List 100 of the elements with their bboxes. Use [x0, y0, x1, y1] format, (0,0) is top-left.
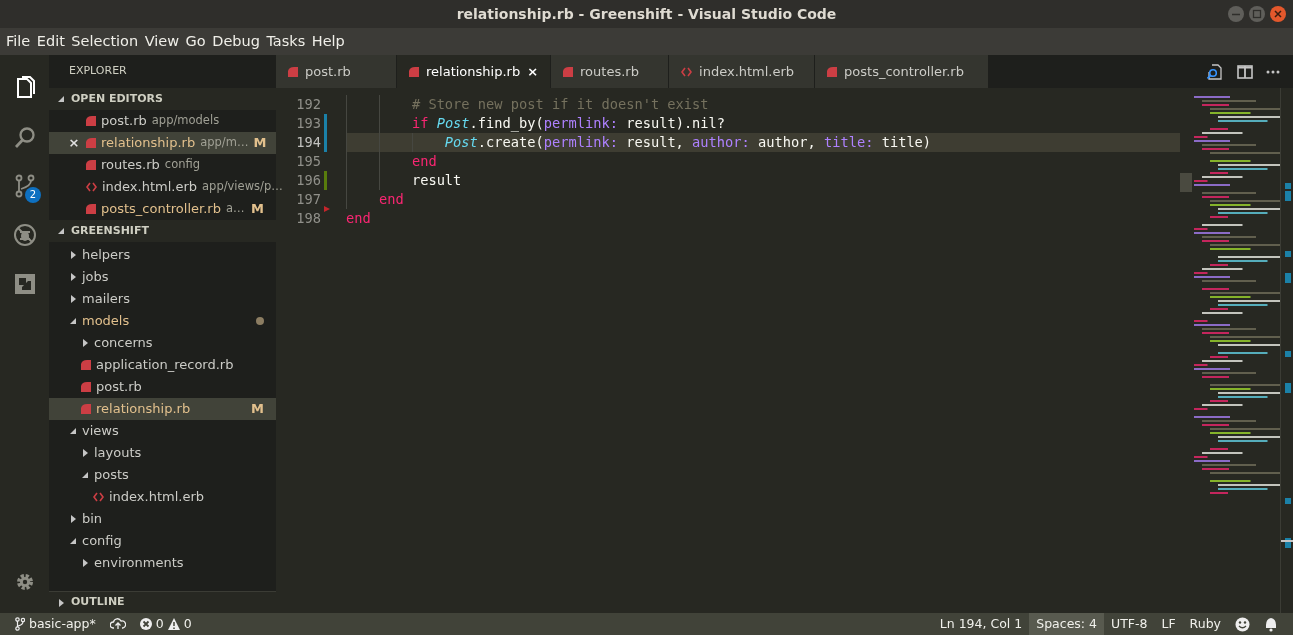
menu-item[interactable]: Help	[311, 30, 345, 53]
tree-item[interactable]: layouts	[49, 442, 276, 464]
tree-item[interactable]: concerns	[49, 332, 276, 354]
file-name: routes.rb	[101, 156, 160, 175]
ruby-file-icon	[288, 66, 298, 77]
tree-label: posts	[94, 466, 130, 485]
modified-status: M	[251, 200, 264, 219]
file-path: app/m…	[200, 134, 249, 152]
tree-item[interactable]: relationship.rb M	[49, 398, 276, 420]
line-number: 194	[295, 133, 321, 153]
editor-tab[interactable]: posts_controller.rb	[815, 55, 990, 88]
editor-tab[interactable]: post.rb	[276, 55, 397, 88]
cursor-position[interactable]: Ln 194, Col 1	[932, 613, 1030, 635]
open-editor-item[interactable]: × relationship.rb app/m… M	[49, 132, 276, 154]
error-count: 0	[155, 614, 164, 633]
expand-caret-icon[interactable]	[81, 559, 89, 567]
menu-item[interactable]: File	[6, 30, 31, 53]
problems-indicator[interactable]: 0 0	[132, 613, 199, 635]
editor-tab[interactable]: index.html.erb	[669, 55, 816, 88]
editor-tab[interactable]: routes.rb	[551, 55, 670, 88]
tree-label: index.html.erb	[109, 488, 206, 507]
open-editor-item[interactable]: post.rb app/models	[49, 110, 276, 132]
close-icon[interactable]: ×	[527, 61, 539, 82]
ruby-file-icon	[81, 404, 91, 414]
line-number: 198	[295, 209, 321, 229]
tree-item[interactable]: application_record.rb	[49, 354, 276, 376]
modified-status: M	[253, 134, 267, 153]
menu-item[interactable]: View	[144, 30, 180, 53]
file-path: config	[164, 156, 202, 174]
expand-caret-icon[interactable]	[57, 598, 65, 607]
open-editor-item[interactable]: posts_controller.rb a… M	[49, 198, 276, 220]
tree-label: concerns	[94, 334, 154, 353]
file-name: index.html.erb	[102, 178, 198, 197]
tree-label: jobs	[82, 268, 110, 287]
open-changes-icon[interactable]	[1206, 62, 1224, 81]
tree-label: models	[82, 312, 131, 331]
tree-item[interactable]: helpers	[49, 244, 276, 266]
indentation-indicator[interactable]: Spaces: 4	[1029, 613, 1104, 635]
tree-item[interactable]: bin	[49, 508, 276, 530]
smiley-icon[interactable]	[1235, 616, 1250, 632]
section-header[interactable]: OUTLINE	[71, 594, 125, 611]
collapse-caret-icon[interactable]	[69, 317, 77, 325]
tree-item[interactable]: post.rb	[49, 376, 276, 398]
open-editor-item[interactable]: routes.rb config	[49, 154, 276, 176]
split-editor-icon[interactable]	[1237, 64, 1253, 79]
collapse-caret-icon[interactable]	[57, 95, 65, 103]
code-file-icon	[86, 182, 97, 192]
line-number: 195	[295, 152, 321, 172]
expand-caret-icon[interactable]	[69, 515, 77, 523]
file-path: a…	[225, 200, 246, 218]
close-button[interactable]	[1269, 5, 1287, 23]
collapse-caret-icon[interactable]	[81, 471, 89, 479]
editor-tab[interactable]: relationship.rb ×	[397, 55, 552, 88]
gutter-change-bar	[324, 171, 327, 190]
window-title: relationship.rb - Greenshift - Visual Studio Code	[456, 4, 837, 24]
extensions-icon[interactable]	[12, 271, 37, 296]
expand-caret-icon[interactable]	[69, 273, 77, 281]
tree-item[interactable]: models	[49, 310, 276, 332]
tree-item[interactable]: mailers	[49, 288, 276, 310]
tree-item[interactable]: views	[49, 420, 276, 442]
error-icon	[139, 618, 152, 630]
menu-item[interactable]: Go	[185, 30, 206, 53]
expand-caret-icon[interactable]	[69, 295, 77, 303]
sync-icon[interactable]	[109, 618, 126, 630]
encoding-indicator[interactable]: UTF-8	[1104, 613, 1155, 635]
expand-caret-icon[interactable]	[69, 251, 77, 259]
code-line: end	[411, 152, 437, 172]
menu-item[interactable]: Debug	[212, 30, 260, 53]
language-indicator[interactable]: Ruby	[1182, 613, 1228, 635]
ruby-file-icon	[86, 204, 96, 214]
branch-indicator[interactable]: basic-app*	[8, 613, 103, 635]
expand-caret-icon[interactable]	[81, 339, 89, 347]
close-icon[interactable]: ×	[67, 133, 81, 153]
menu-item[interactable]: Selection	[71, 30, 139, 53]
tree-item[interactable]: environments	[49, 552, 276, 574]
no-bug-icon[interactable]	[12, 222, 37, 247]
collapse-caret-icon[interactable]	[69, 427, 77, 435]
modified-dot-icon	[256, 317, 264, 325]
tree-item[interactable]: posts	[49, 464, 276, 486]
code-line: if Post.find_by(permlink: result).nil?	[411, 114, 726, 134]
code-file-icon	[93, 492, 104, 502]
ruby-file-icon	[81, 360, 91, 370]
tree-item[interactable]: jobs	[49, 266, 276, 288]
menu-item[interactable]: Tasks	[266, 30, 306, 53]
modified-status: M	[251, 400, 264, 419]
tree-item[interactable]: index.html.erb	[49, 486, 276, 508]
warning-icon	[167, 618, 180, 630]
code-line: result	[411, 171, 462, 191]
tree-item[interactable]: config	[49, 530, 276, 552]
more-icon[interactable]	[1266, 69, 1280, 74]
bell-icon[interactable]	[1264, 616, 1278, 632]
expand-caret-icon[interactable]	[81, 449, 89, 457]
tree-label: config	[82, 532, 123, 551]
line-ending-indicator[interactable]: LF	[1154, 613, 1183, 635]
tree-label: post.rb	[96, 378, 143, 397]
collapse-caret-icon[interactable]	[69, 537, 77, 545]
tree-label: views	[82, 422, 120, 441]
collapse-caret-icon[interactable]	[57, 227, 65, 235]
menu-item[interactable]: Edit	[36, 30, 65, 53]
search-icon[interactable]	[12, 124, 37, 149]
